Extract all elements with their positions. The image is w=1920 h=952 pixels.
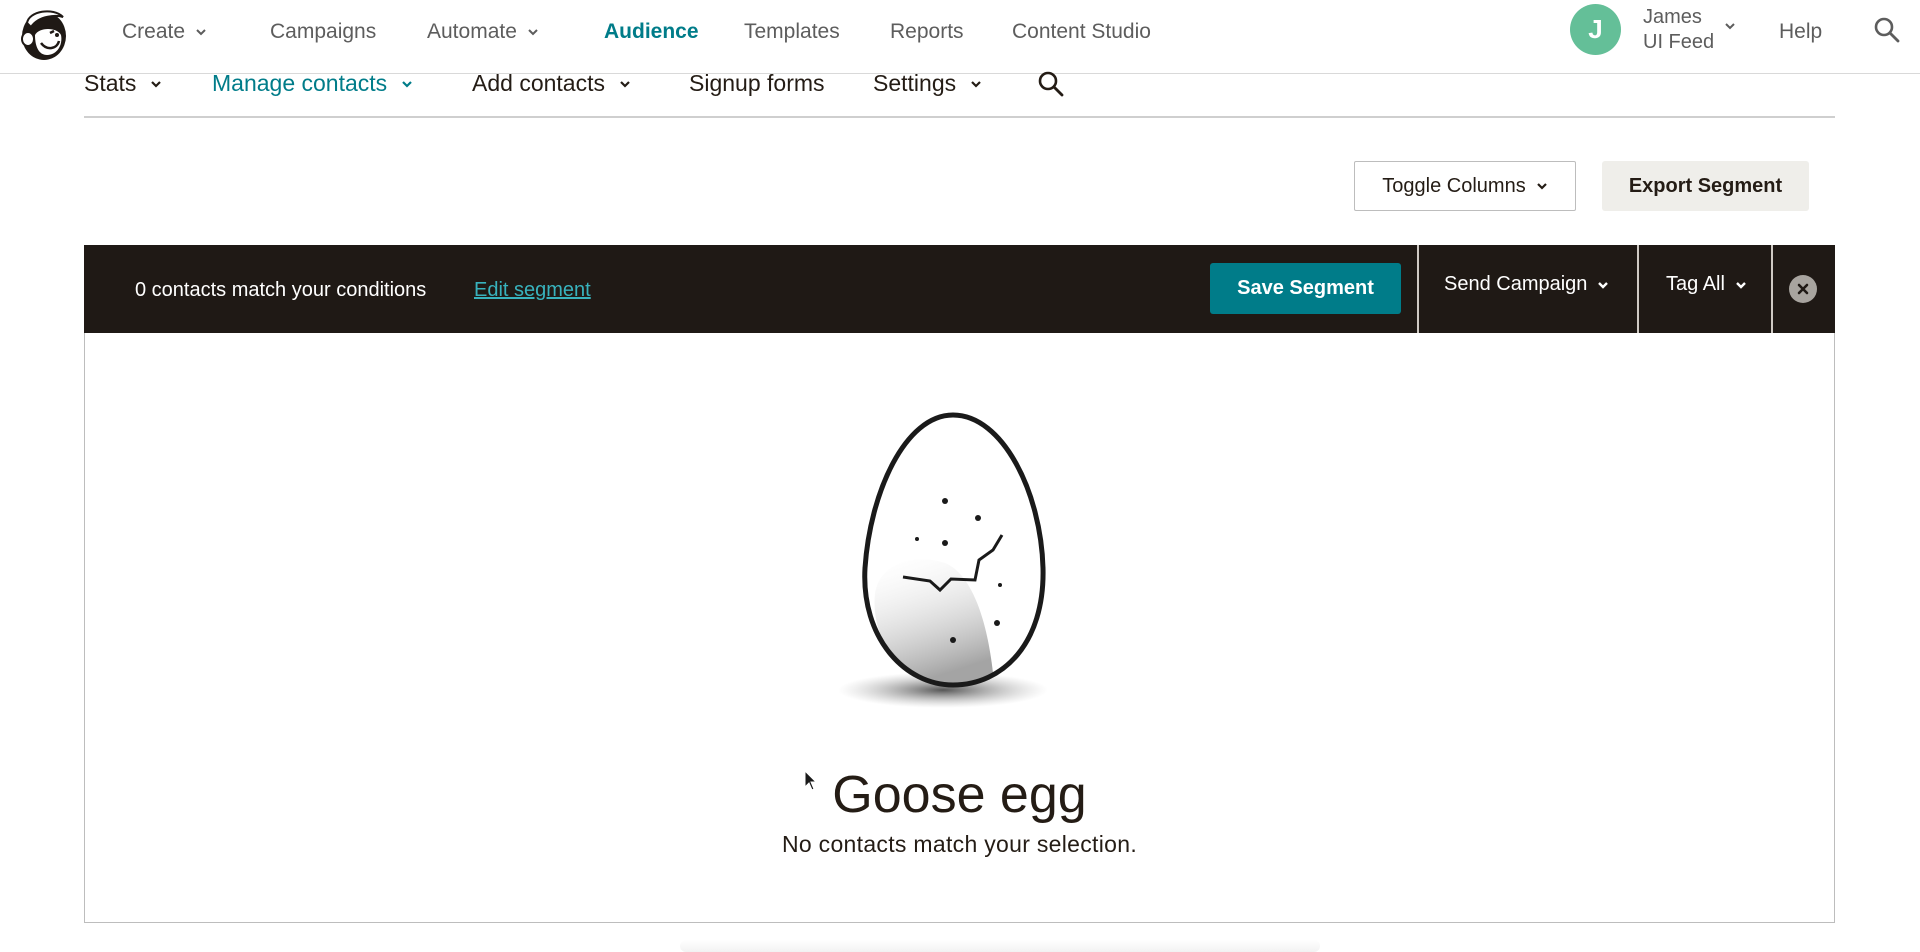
toggle-columns-label: Toggle Columns [1382, 174, 1526, 197]
subnav-stats[interactable]: Stats [84, 70, 162, 97]
nav-audience[interactable]: Audience [604, 20, 699, 44]
nav-reports[interactable]: Reports [890, 20, 964, 44]
nav-audience-label: Audience [604, 20, 699, 43]
send-campaign-dropdown[interactable]: Send Campaign [1444, 273, 1609, 296]
avatar[interactable]: J [1570, 4, 1621, 55]
help-link[interactable]: Help [1779, 20, 1822, 44]
chevron-down-icon [195, 26, 207, 38]
toggle-columns-button[interactable]: Toggle Columns [1354, 161, 1576, 211]
divider [1417, 245, 1419, 333]
nav-campaigns[interactable]: Campaigns [270, 20, 376, 44]
chevron-down-icon [1597, 279, 1609, 291]
divider [1771, 245, 1773, 333]
chevron-down-icon [401, 78, 413, 90]
subnav-stats-label: Stats [84, 70, 137, 96]
top-navigation: Create Campaigns Automate Audience Templ… [0, 0, 1920, 74]
cracked-egg-illustration [825, 403, 1115, 723]
empty-state-message: No contacts match your selection. [781, 831, 1138, 857]
close-icon[interactable] [1789, 275, 1817, 303]
subnav-signup-forms[interactable]: Signup forms [689, 70, 825, 97]
subnav-add-contacts-label: Add contacts [472, 70, 605, 96]
mailchimp-logo-icon[interactable] [17, 5, 71, 63]
segment-bar: 0 contacts match your conditions Edit se… [84, 245, 1835, 333]
nav-automate-label: Automate [427, 20, 517, 43]
chevron-down-icon [527, 26, 539, 38]
chevron-down-icon[interactable] [1724, 20, 1736, 32]
bottom-shadow [680, 940, 1320, 952]
export-segment-button[interactable]: Export Segment [1602, 161, 1809, 211]
subnav-add-contacts[interactable]: Add contacts [472, 70, 631, 97]
account-name: UI Feed [1643, 31, 1715, 53]
nav-content-studio-label: Content Studio [1012, 20, 1151, 43]
chevron-down-icon [970, 78, 982, 90]
nav-create-label: Create [122, 20, 186, 43]
subnav-manage-contacts[interactable]: Manage contacts [212, 70, 413, 97]
nav-templates[interactable]: Templates [744, 20, 840, 44]
tag-all-label: Tag All [1666, 273, 1725, 295]
edit-segment-link[interactable]: Edit segment [474, 279, 591, 302]
avatar-initial: J [1588, 14, 1603, 44]
subnav-settings[interactable]: Settings [873, 70, 982, 97]
chevron-down-icon [1735, 279, 1747, 291]
save-segment-button[interactable]: Save Segment [1210, 263, 1401, 314]
chevron-down-icon [619, 78, 631, 90]
audience-subnav: Stats Manage contacts Add contacts Signu… [84, 68, 1835, 118]
subnav-manage-contacts-label: Manage contacts [212, 70, 388, 96]
user-name: James [1643, 6, 1702, 28]
mouse-cursor-icon [804, 769, 818, 792]
nav-reports-label: Reports [890, 20, 964, 43]
search-icon[interactable] [1037, 70, 1065, 98]
chevron-down-icon [1536, 180, 1548, 192]
send-campaign-label: Send Campaign [1444, 273, 1588, 295]
account-menu[interactable]: James UI Feed [1643, 5, 1714, 55]
chevron-down-icon [150, 78, 162, 90]
nav-templates-label: Templates [744, 20, 840, 43]
segment-match-count: 0 contacts match your conditions [135, 279, 427, 301]
nav-create[interactable]: Create [122, 20, 207, 44]
subnav-settings-label: Settings [873, 70, 957, 96]
nav-campaigns-label: Campaigns [270, 20, 377, 43]
empty-state-panel: Goose egg No contacts match your selecti… [84, 333, 1835, 923]
subnav-signup-forms-label: Signup forms [689, 70, 825, 96]
empty-state-title: Goose egg [832, 766, 1087, 824]
nav-content-studio[interactable]: Content Studio [1012, 20, 1151, 44]
nav-automate[interactable]: Automate [427, 20, 539, 44]
tag-all-dropdown[interactable]: Tag All [1666, 273, 1747, 296]
search-icon[interactable] [1873, 16, 1901, 44]
divider [1637, 245, 1639, 333]
